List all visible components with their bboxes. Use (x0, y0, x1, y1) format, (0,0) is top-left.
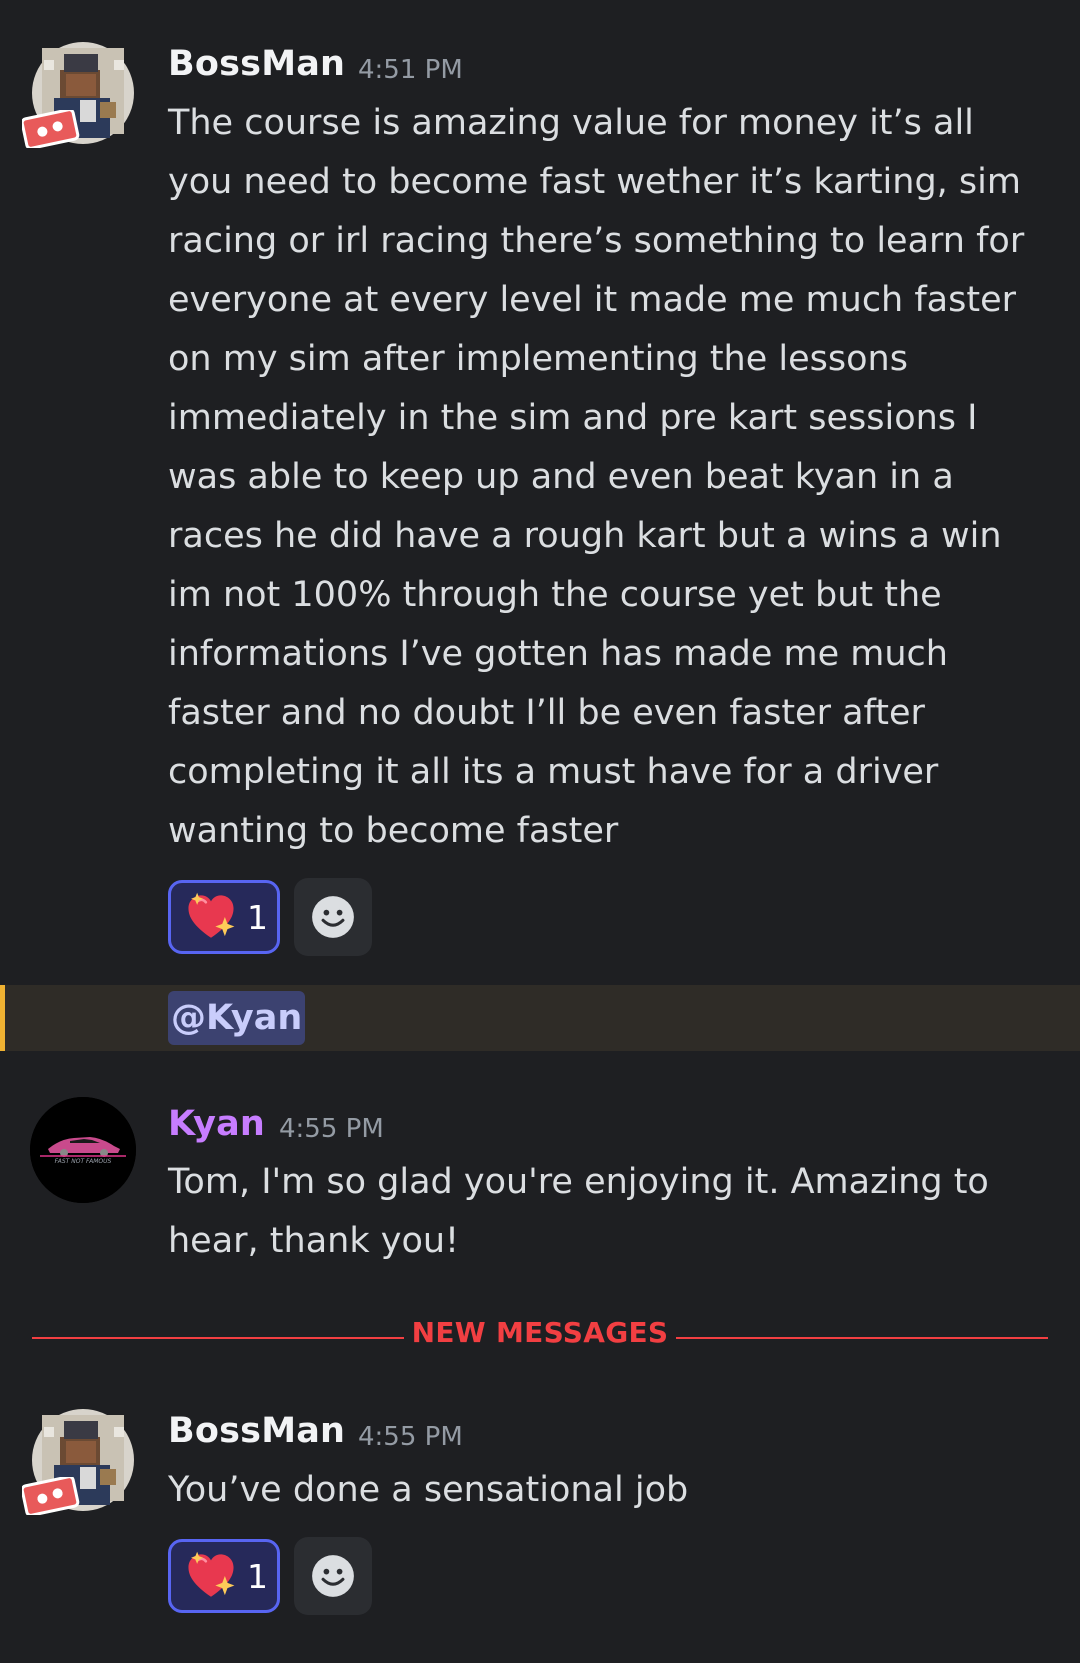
reaction-button[interactable]: 1 (168, 880, 280, 954)
cassette-badge-icon (22, 110, 80, 148)
new-messages-label: NEW MESSAGES (411, 1316, 669, 1349)
reaction-count: 1 (247, 897, 268, 937)
smile-icon (311, 895, 355, 939)
user-avatar[interactable]: FAST NOT FAMOUS (30, 1097, 136, 1203)
user-mention[interactable]: @Kyan (168, 991, 306, 1045)
add-reaction-button[interactable] (294, 878, 372, 956)
reaction-button[interactable]: 1 (168, 1539, 280, 1613)
user-avatar[interactable] (22, 1407, 136, 1515)
cassette-badge-icon (22, 1477, 80, 1515)
avatar-logo-text: FAST NOT FAMOUS (55, 1158, 112, 1165)
message-username[interactable]: BossMan (168, 44, 345, 84)
message-username[interactable]: BossMan (168, 1411, 345, 1451)
smile-icon (311, 1554, 355, 1598)
car-logo-icon: FAST NOT FAMOUS (30, 1097, 136, 1203)
mention-highlight-bar (0, 985, 5, 1051)
message-content: You’ve done a sensational job (168, 1470, 689, 1510)
message-content: Tom, I'm so glad you're enjoying it. Ama… (168, 1162, 989, 1261)
mention-message: @Kyan (0, 985, 1080, 1051)
add-reaction-button[interactable] (294, 1537, 372, 1615)
message-timestamp: 4:55 PM (358, 1422, 463, 1452)
reaction-count: 1 (247, 1556, 268, 1596)
sparkling-heart-icon (185, 1550, 237, 1602)
sparkling-heart-icon (185, 891, 237, 943)
message-content: The course is amazing value for money it… (168, 103, 1025, 851)
message-timestamp: 4:51 PM (358, 55, 463, 85)
message-timestamp: 4:55 PM (279, 1114, 384, 1144)
message-username[interactable]: Kyan (168, 1104, 265, 1144)
user-avatar[interactable] (22, 40, 136, 148)
